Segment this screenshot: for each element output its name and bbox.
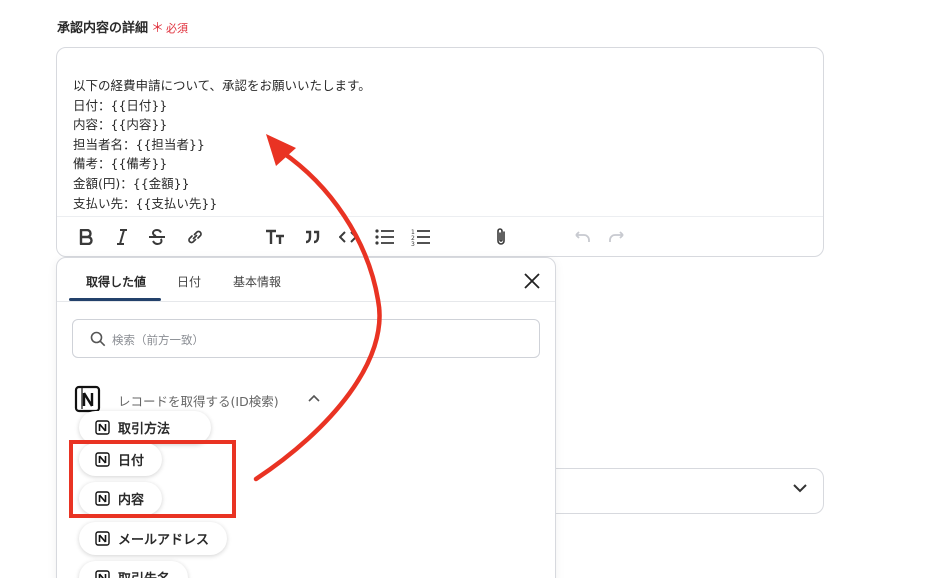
chip-label: 取引方法 [118,422,171,437]
annotation-highlight-box [69,440,236,518]
strikethrough-icon[interactable] [146,226,168,248]
chip-label: 取引先名 [118,568,170,578]
editor-line: 以下の経費申請について、承認をお願いいたします。 [73,78,371,93]
search-icon [90,331,106,347]
editor-line: 備考：{{備考}} [73,156,168,172]
required-text: 必須 [166,22,189,35]
search-input[interactable]: 検索（前方一致） [72,319,540,358]
background-select[interactable] [540,468,824,514]
notion-icon [95,531,110,546]
editor-content[interactable]: 以下の経費申請について、承認をお願いいたします。 日付：{{日付}} 内容：{{内容… [73,76,371,213]
editor-line: 支払い先：{{支払い先}} [73,195,218,211]
editor-line: 金額(円)：{{金額}} [73,175,190,191]
field-label: 承認内容の詳細＊必須 [57,17,188,36]
field-label-text: 承認内容の詳細 [57,21,149,36]
quote-icon[interactable] [301,226,323,248]
text-size-icon[interactable] [264,226,286,248]
message-editor[interactable]: 以下の経費申請について、承認をお願いいたします。 日付：{{日付}} 内容：{{内容… [56,47,824,257]
chevron-down-icon [793,484,807,493]
svg-text:3: 3 [411,241,415,246]
editor-line: 担当者名：{{担当者}} [73,136,205,152]
close-icon[interactable] [523,272,541,290]
editor-toolbar: 123 [57,216,823,256]
italic-icon[interactable] [111,226,133,248]
attachment-icon[interactable] [490,226,512,248]
required-asterisk: ＊ [151,21,165,36]
tab-bar: 取得した値 日付 基本情報 [57,258,555,302]
link-icon[interactable] [184,226,206,248]
undo-icon[interactable] [570,226,592,248]
tab-date[interactable]: 日付 [177,273,201,290]
editor-line: 内容：{{内容}} [73,117,168,133]
scroll-mask [57,383,555,419]
notion-icon [95,570,110,578]
numbered-list-icon[interactable]: 123 [410,226,432,248]
bold-icon[interactable] [75,226,97,248]
notion-icon [95,420,110,435]
editor-line: 日付：{{日付}} [73,97,168,113]
code-icon[interactable] [337,226,359,248]
active-tab-indicator [69,298,161,301]
tab-basic-info[interactable]: 基本情報 [233,273,281,290]
bullet-list-icon[interactable] [374,226,396,248]
redo-icon[interactable] [607,226,629,248]
value-chip-email[interactable]: メールアドレス [79,522,228,555]
search-placeholder: 検索（前方一致） [112,333,204,347]
chip-label: メールアドレス [118,533,210,548]
tab-fetched-values[interactable]: 取得した値 [86,273,146,290]
value-chip-client-name[interactable]: 取引先名 [79,561,189,578]
